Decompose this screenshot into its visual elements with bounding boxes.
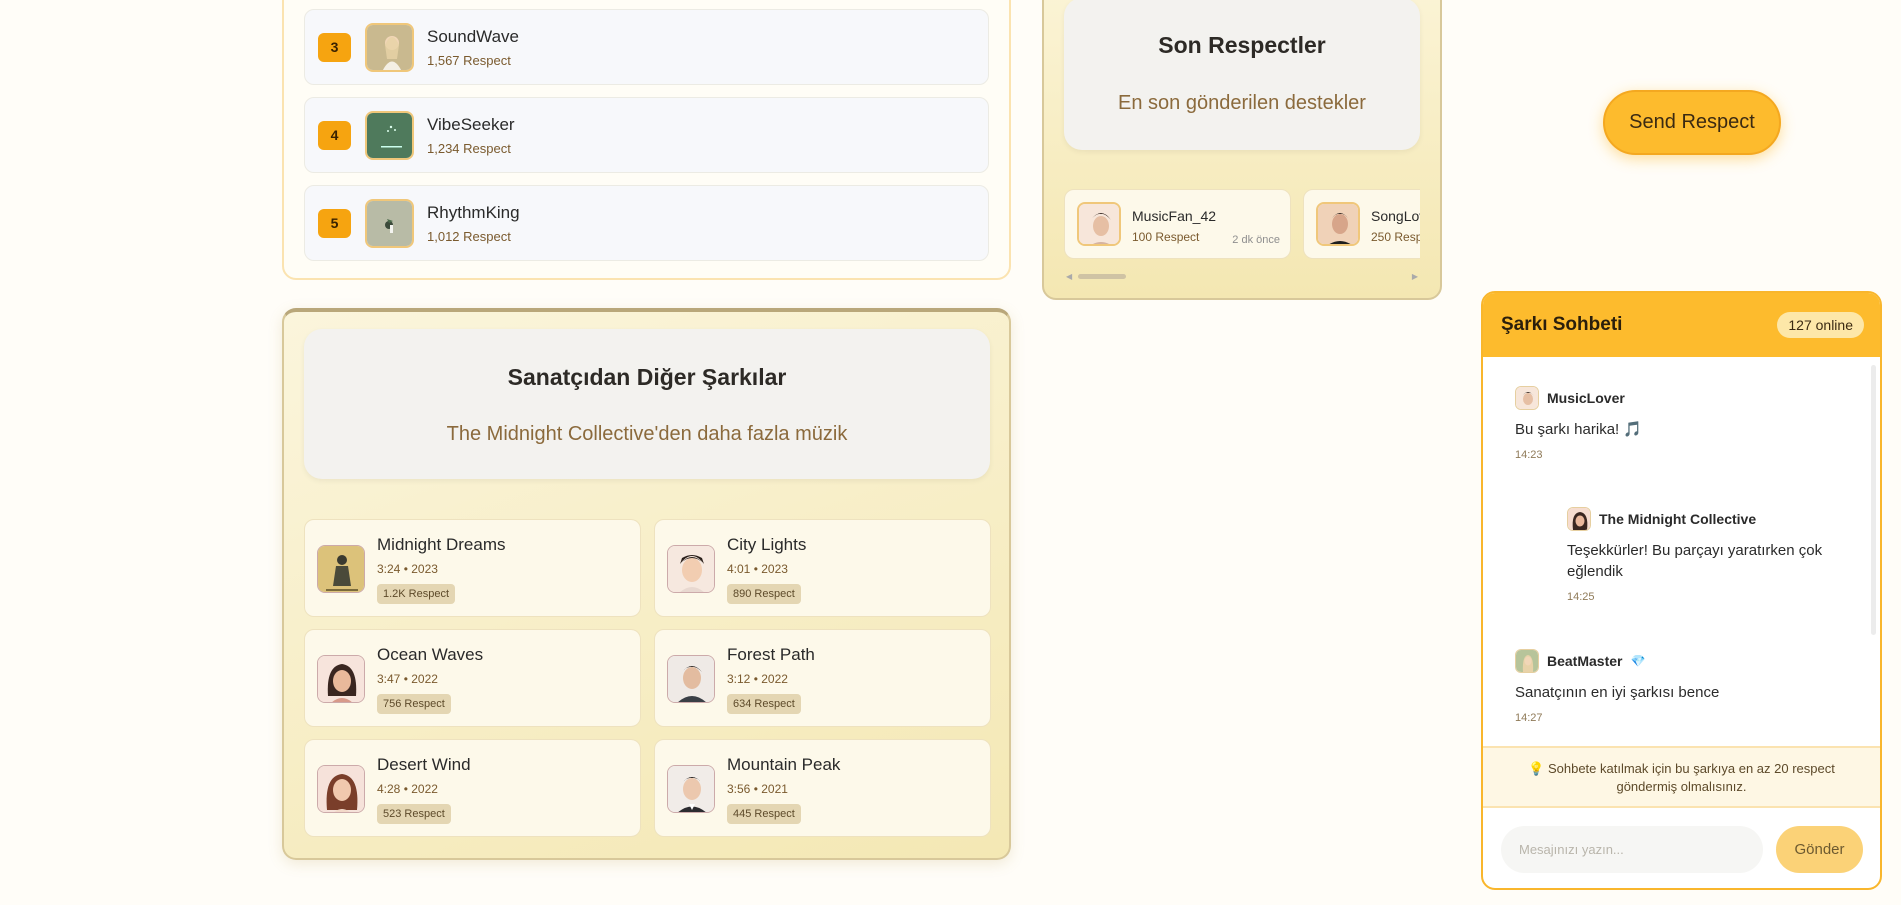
song-cover <box>667 655 715 703</box>
chat-messages[interactable]: MusicLover Bu şarkı harika! 🎵 14:23 The … <box>1483 357 1880 746</box>
song-meta: 3:12 • 2022 <box>727 672 788 686</box>
song-cover <box>317 765 365 813</box>
respect-chip: 1.2K Respect <box>377 584 456 604</box>
song-cover <box>667 545 715 593</box>
song-cover <box>667 765 715 813</box>
recent-respect-item[interactable]: SongLover 250 Respect <box>1303 189 1420 259</box>
user-avatar <box>365 198 414 248</box>
leaderboard-row[interactable]: 3 SoundWave 1,567 Respect <box>304 9 989 85</box>
song-meta: 4:28 • 2022 <box>377 782 438 796</box>
recent-respect-amount: 250 Respect <box>1371 230 1420 244</box>
other-songs-header: Sanatçıdan Diğer Şarkılar The Midnight C… <box>304 329 990 479</box>
message-time: 14:27 <box>1515 712 1543 724</box>
artist-avatar <box>1567 507 1591 531</box>
online-count-badge: 127 online <box>1777 312 1864 338</box>
recent-user-name: SongLover <box>1371 208 1420 224</box>
song-meta: 3:24 • 2023 <box>377 562 438 576</box>
send-respect-button[interactable]: Send Respect <box>1603 90 1781 155</box>
message-time: 14:23 <box>1515 449 1543 461</box>
section-subtitle: En son gönderilen destekler <box>1118 92 1366 114</box>
message-text: Sanatçının en iyi şarkısı bence <box>1515 684 1720 701</box>
song-title: Desert Wind <box>377 755 471 774</box>
song-card[interactable]: Desert Wind 4:28 • 2022 523 Respect <box>304 739 641 837</box>
chat-message-input[interactable] <box>1501 826 1763 873</box>
recent-user-name: MusicFan_42 <box>1132 208 1217 224</box>
section-title: Sanatçıdan Diğer Şarkılar <box>507 364 787 390</box>
chat-message: BeatMaster 💎 Sanatçının en iyi şarkısı b… <box>1515 649 1845 724</box>
chat-title: Şarkı Sohbeti <box>1501 314 1623 335</box>
respect-chip: 756 Respect <box>377 694 451 714</box>
respect-chip: 634 Respect <box>727 694 801 714</box>
chat-message: MusicLover Bu şarkı harika! 🎵 14:23 <box>1515 386 1845 461</box>
song-meta: 3:56 • 2021 <box>727 782 788 796</box>
respect-chip: 523 Respect <box>377 804 451 824</box>
message-author[interactable]: The Midnight Collective <box>1599 511 1756 527</box>
leaderboard-row[interactable]: 4 VibeSeeker 1,234 Respect <box>304 97 989 173</box>
leaderboard-row[interactable]: 5 RhythmKing 1,012 Respect <box>304 185 989 261</box>
user-avatar <box>1515 649 1539 673</box>
song-meta: 3:47 • 2022 <box>377 672 438 686</box>
song-cover <box>317 655 365 703</box>
song-grid: Midnight Dreams 3:24 • 2023 1.2K Respect… <box>304 519 992 837</box>
leaderboard-card: 3 SoundWave 1,567 Respect 4 VibeSeeker 1… <box>282 0 1011 280</box>
song-title: Midnight Dreams <box>377 535 506 554</box>
leaderboard-respect-count: 1,567 Respect <box>427 52 511 68</box>
recent-respect-amount: 100 Respect <box>1132 230 1200 244</box>
other-songs-card: Sanatçıdan Diğer Şarkılar The Midnight C… <box>282 308 1011 860</box>
message-author[interactable]: MusicLover <box>1547 390 1625 406</box>
song-meta: 4:01 • 2023 <box>727 562 788 576</box>
scrollbar-thumb[interactable] <box>1078 274 1126 279</box>
recent-respects-header: Son Respectler En son gönderilen destekl… <box>1064 0 1420 150</box>
user-avatar <box>365 22 414 72</box>
leaderboard-user-name: SoundWave <box>427 26 519 46</box>
user-avatar <box>1077 202 1121 246</box>
user-avatar <box>1316 202 1360 246</box>
chat-header: Şarkı Sohbeti 127 online <box>1483 293 1880 357</box>
scroll-right-icon[interactable]: ▶ <box>1412 272 1418 281</box>
chat-scrollbar[interactable] <box>1871 365 1876 635</box>
rank-badge: 4 <box>318 120 351 150</box>
song-title: City Lights <box>727 535 807 554</box>
chat-input-row: Gönder <box>1501 826 1864 873</box>
user-avatar <box>1515 386 1539 410</box>
song-cover <box>317 545 365 593</box>
song-card[interactable]: City Lights 4:01 • 2023 890 Respect <box>654 519 991 617</box>
recent-respect-item[interactable]: MusicFan_42 100 Respect 2 dk önce <box>1064 189 1291 259</box>
message-text: Teşekkürler! Bu parçayı yaratırken çok e… <box>1567 542 1823 580</box>
leaderboard-user-name: VibeSeeker <box>427 114 515 134</box>
song-card[interactable]: Midnight Dreams 3:24 • 2023 1.2K Respect <box>304 519 641 617</box>
leaderboard-user-name: RhythmKing <box>427 202 520 222</box>
respect-chip: 890 Respect <box>727 584 801 604</box>
recent-respects-list[interactable]: MusicFan_42 100 Respect 2 dk önce SongLo… <box>1064 189 1420 261</box>
message-text: Bu şarkı harika! 🎵 <box>1515 421 1643 438</box>
chat-send-button[interactable]: Gönder <box>1776 826 1863 873</box>
diamond-icon: 💎 <box>1630 654 1646 668</box>
leaderboard-respect-count: 1,012 Respect <box>427 228 511 244</box>
respect-chip: 445 Respect <box>727 804 801 824</box>
chat-message: The Midnight Collective Teşekkürler! Bu … <box>1567 507 1837 603</box>
recent-time: 2 dk önce <box>1232 234 1280 246</box>
chat-requirement-notice: 💡 Sohbete katılmak için bu şarkıya en az… <box>1483 746 1880 808</box>
chat-panel: Şarkı Sohbeti 127 online MusicLover Bu ş… <box>1481 291 1882 890</box>
rank-badge: 5 <box>318 208 351 238</box>
song-title: Mountain Peak <box>727 755 841 774</box>
section-subtitle: The Midnight Collective'den daha fazla m… <box>446 423 848 445</box>
recent-respects-card: Son Respectler En son gönderilen destekl… <box>1042 0 1442 300</box>
message-time: 14:25 <box>1567 591 1595 603</box>
scroll-left-icon[interactable]: ◀ <box>1066 272 1072 281</box>
message-author[interactable]: BeatMaster <box>1547 653 1622 669</box>
song-title: Forest Path <box>727 645 815 664</box>
section-title: Son Respectler <box>1158 32 1326 58</box>
leaderboard-respect-count: 1,234 Respect <box>427 140 511 156</box>
song-card[interactable]: Mountain Peak 3:56 • 2021 445 Respect <box>654 739 991 837</box>
song-card[interactable]: Forest Path 3:12 • 2022 634 Respect <box>654 629 991 727</box>
horizontal-scrollbar[interactable]: ◀ ▶ <box>1064 271 1420 283</box>
song-card[interactable]: Ocean Waves 3:47 • 2022 756 Respect <box>304 629 641 727</box>
user-avatar <box>365 110 414 160</box>
rank-badge: 3 <box>318 32 351 62</box>
song-title: Ocean Waves <box>377 645 484 664</box>
